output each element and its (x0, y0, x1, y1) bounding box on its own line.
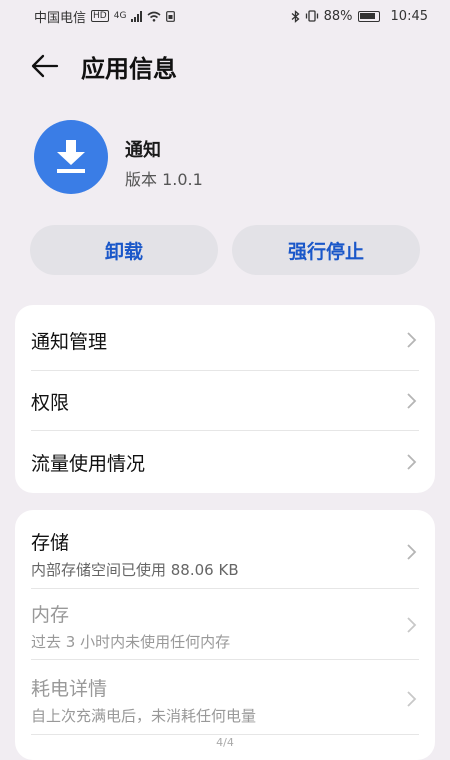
app-info: 通知 版本 1.0.1 (34, 120, 203, 194)
back-arrow-icon[interactable] (30, 52, 60, 80)
network-type: 4G (113, 11, 127, 21)
permissions-row[interactable]: 权限 (15, 371, 435, 431)
battery-icon (357, 10, 380, 22)
sim-icon (166, 10, 176, 22)
bluetooth-icon (291, 9, 300, 23)
chevron-right-icon (407, 617, 417, 633)
notification-management-row[interactable]: 通知管理 (15, 305, 435, 371)
row-label: 耗电详情 (31, 678, 108, 700)
row-subtitle: 自上次充满电后，未消耗任何电量 (31, 707, 257, 725)
storage-row[interactable]: 存储 内部存储空间已使用 88.06 KB (15, 510, 435, 588)
chevron-right-icon (407, 393, 417, 409)
row-subtitle: 内部存储空间已使用 88.06 KB (31, 561, 239, 579)
chevron-right-icon (407, 332, 417, 348)
force-stop-button[interactable]: 强行停止 (232, 225, 420, 275)
app-version: 版本 1.0.1 (125, 170, 203, 189)
row-label: 通知管理 (31, 331, 108, 353)
app-name: 通知 (125, 140, 161, 161)
vibrate-icon (305, 10, 318, 22)
row-subtitle: 过去 3 小时内未使用任何内存 (31, 633, 231, 651)
page-indicator: 4/4 (216, 736, 234, 749)
battery-usage-row[interactable]: 耗电详情 自上次充满电后，未消耗任何电量 (15, 660, 435, 732)
status-right: 88% 10:45 (291, 9, 428, 24)
hd-badge: HD (91, 10, 109, 22)
carrier-label: 中国电信 (34, 10, 87, 26)
signal-icon (131, 10, 143, 22)
row-label: 权限 (31, 392, 70, 414)
battery-percent: 88% (323, 8, 353, 24)
settings-card-primary: 通知管理 权限 流量使用情况 (15, 305, 435, 493)
page-title: 应用信息 (81, 54, 177, 83)
uninstall-button[interactable]: 卸载 (30, 225, 218, 275)
wifi-icon (147, 11, 161, 22)
clock: 10:45 (390, 8, 428, 24)
row-label: 流量使用情况 (31, 453, 146, 475)
chevron-right-icon (407, 544, 417, 560)
status-left: 中国电信 HD 4G (34, 7, 176, 26)
settings-card-secondary: 存储 内部存储空间已使用 88.06 KB 内存 过去 3 小时内未使用任何内存… (15, 510, 435, 760)
divider (31, 734, 419, 735)
chevron-right-icon (407, 691, 417, 707)
row-label: 内存 (31, 604, 70, 626)
data-usage-row[interactable]: 流量使用情况 (15, 431, 435, 493)
download-icon (57, 140, 85, 173)
memory-row[interactable]: 内存 过去 3 小时内未使用任何内存 (15, 589, 435, 659)
header: 应用信息 (0, 46, 450, 86)
status-bar: 中国电信 HD 4G 88% 10:45 (0, 0, 450, 32)
app-icon (34, 120, 108, 194)
chevron-right-icon (407, 454, 417, 470)
row-label: 存储 (31, 532, 70, 554)
